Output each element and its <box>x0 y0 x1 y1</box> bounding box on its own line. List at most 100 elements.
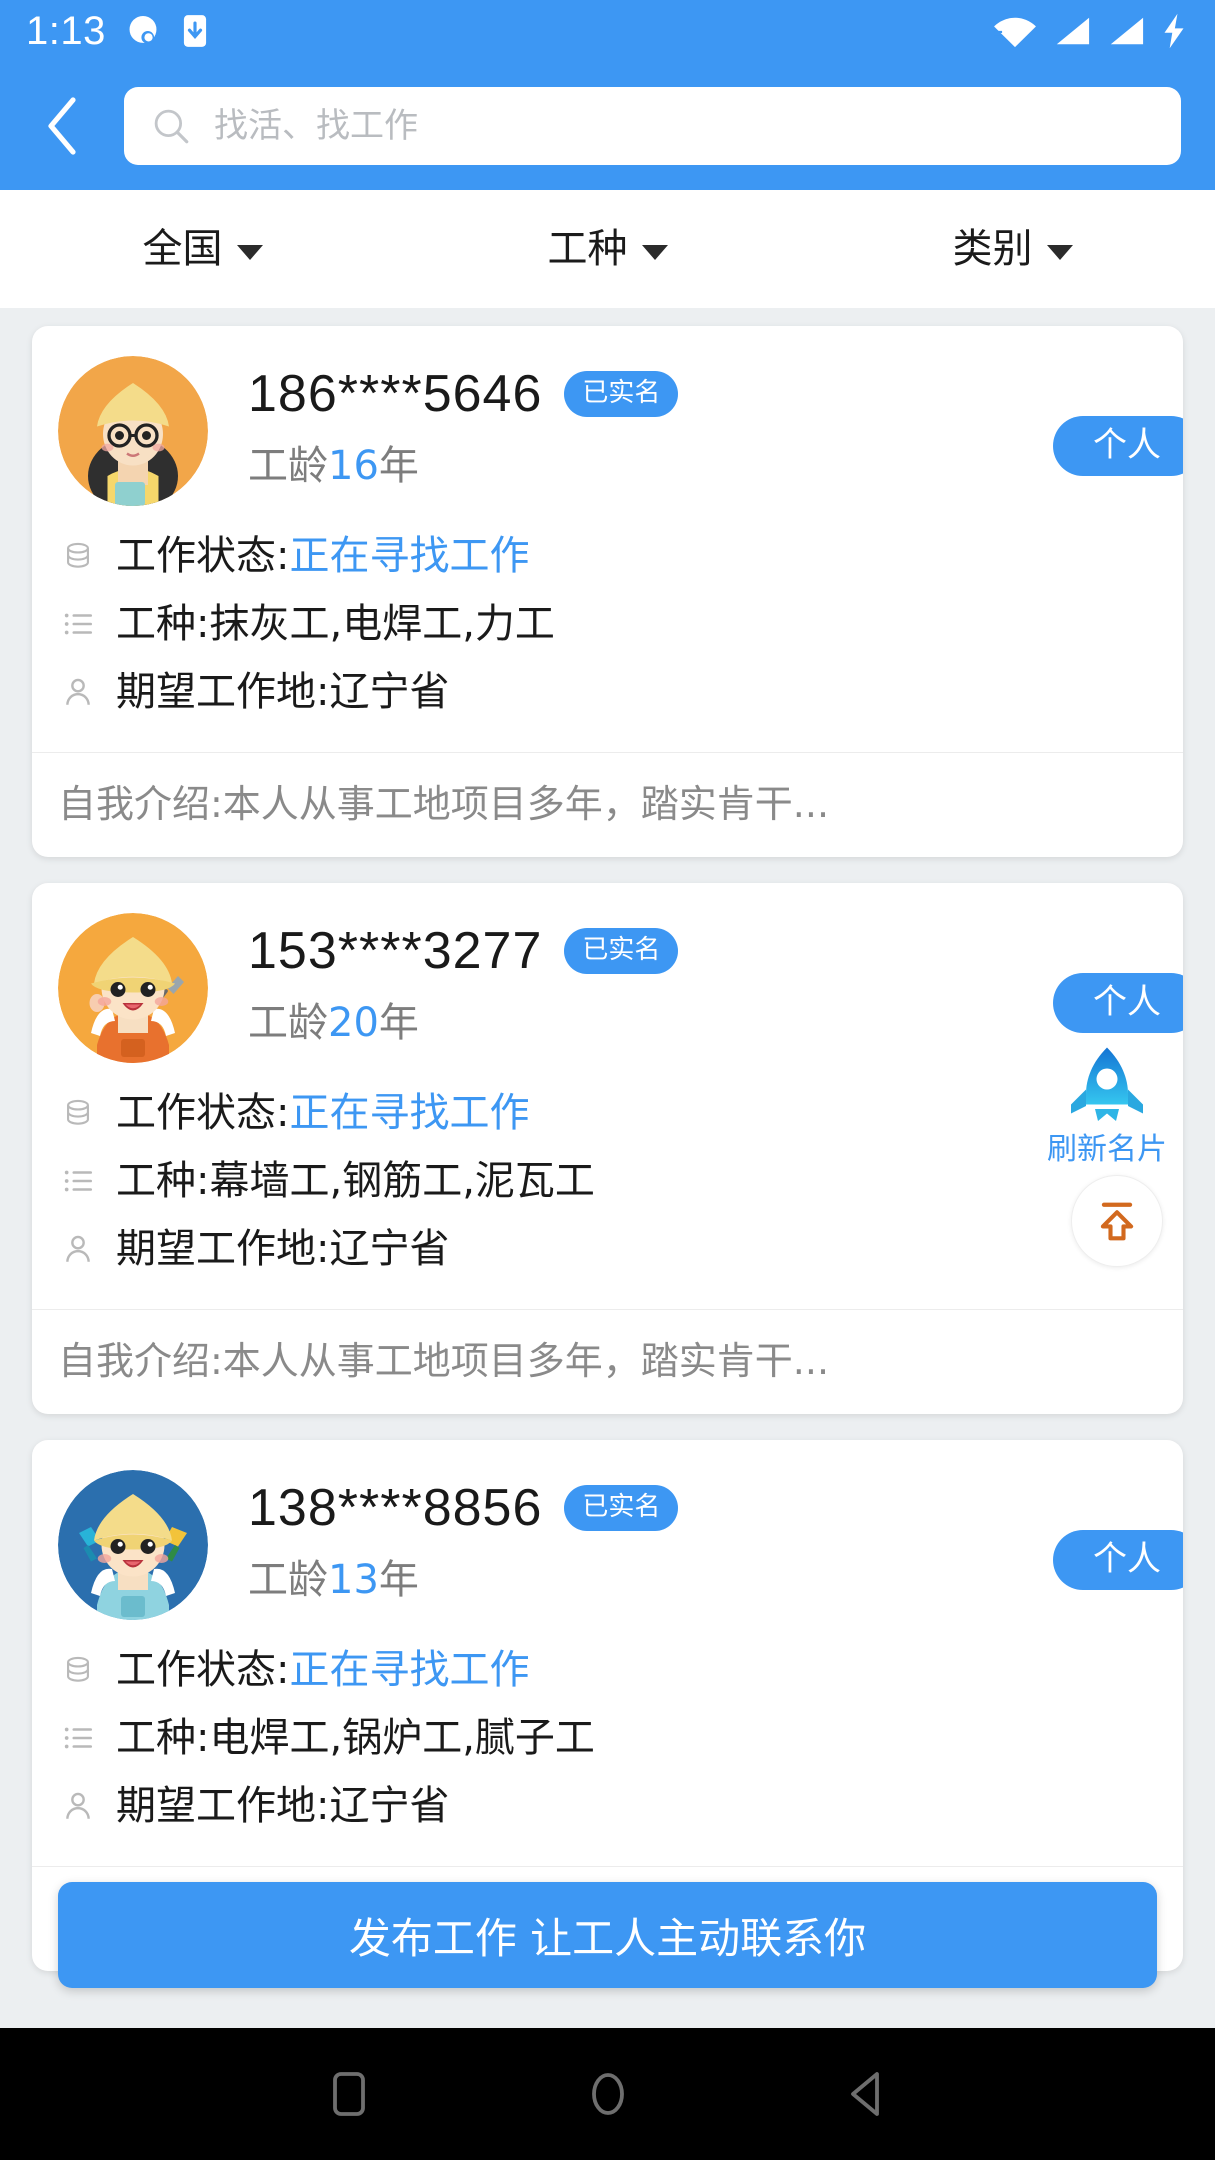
status-system-icons <box>991 12 1189 50</box>
status-badge-verified: 已实名 <box>564 371 679 417</box>
filter-bar: 全国 工种 类别 <box>0 190 1215 308</box>
info-row-job-types: 工种:抹灰工,电焊工,力工 <box>58 604 1183 644</box>
card-header: 138****8856 已实名 工龄13年 个人 <box>32 1462 1183 1620</box>
chevron-down-icon <box>236 244 263 260</box>
worker-experience: 工龄13年 <box>248 1560 678 1600</box>
location-value: 辽宁省 <box>329 1783 450 1829</box>
database-stack-icon <box>58 536 98 576</box>
work-status-label: 工作状态: <box>116 533 290 579</box>
list-icon <box>58 604 98 644</box>
job-types-label: 工种: <box>116 1715 210 1761</box>
search-icon <box>154 109 189 144</box>
recents-square-icon[interactable] <box>327 2068 371 2120</box>
work-status-label: 工作状态: <box>116 1647 290 1693</box>
avatar <box>58 1470 208 1620</box>
work-status-value: 正在寻找工作 <box>289 1647 530 1693</box>
chevron-left-icon <box>48 97 76 155</box>
wifi-icon <box>994 17 1036 48</box>
work-status-value: 正在寻找工作 <box>289 1090 530 1136</box>
app-screen: 1:13 找活、找工作 全国 工种 类别 186****5646 已实名 工龄1… <box>0 0 1215 2160</box>
job-types-value: 抹灰工,电焊工,力工 <box>209 601 555 647</box>
filter-region[interactable]: 全国 <box>0 190 405 308</box>
filter-region-label: 全国 <box>142 226 223 272</box>
avatar <box>58 913 208 1063</box>
status-bar: 1:13 <box>0 0 1215 62</box>
chevron-down-icon <box>641 244 668 260</box>
location-value: 辽宁省 <box>329 669 450 715</box>
card-info-rows: 工作状态:正在寻找工作 <box>32 1063 1183 1305</box>
info-row-job-types: 工种:幕墙工,钢筋工,泥瓦工 <box>58 1161 1183 1201</box>
worker-card[interactable]: 186****5646 已实名 工龄16年 个人 工作状态:正在寻找工作 工种:… <box>32 326 1183 857</box>
signal-icon-2 <box>1110 17 1144 45</box>
location-label: 期望工作地: <box>116 1783 330 1829</box>
worker-experience: 工龄16年 <box>248 446 678 486</box>
worker-phone: 153****3277 <box>248 922 543 980</box>
back-triangle-icon[interactable] <box>845 2068 889 2120</box>
job-types-label: 工种: <box>116 601 210 647</box>
job-types-value: 电焊工,锅炉工,腻子工 <box>209 1715 595 1761</box>
scroll-to-top-button[interactable] <box>1071 1175 1163 1267</box>
refresh-card-button[interactable]: 刷新名片 <box>1037 1043 1177 1165</box>
signal-icon <box>1056 17 1090 45</box>
search-input[interactable]: 找活、找工作 <box>214 109 418 143</box>
job-types-value: 幕墙工,钢筋工,泥瓦工 <box>209 1158 595 1204</box>
status-badge-verified: 已实名 <box>564 928 679 974</box>
app-bar: 找活、找工作 <box>0 62 1215 190</box>
experience-years: 16 <box>328 443 379 489</box>
worker-glasses-avatar-icon <box>58 356 208 506</box>
info-row-work-status: 工作状态:正在寻找工作 <box>58 536 1183 576</box>
experience-prefix: 工龄 <box>248 443 328 489</box>
chevron-down-icon <box>1046 244 1073 260</box>
card-info-rows: 工作状态:正在寻找工作 <box>32 506 1183 748</box>
worker-phone: 138****8856 <box>248 1479 543 1537</box>
info-row-work-status: 工作状态:正在寻找工作 <box>58 1093 1183 1133</box>
worker-tools-avatar-icon <box>58 1470 208 1620</box>
card-header: 186****5646 已实名 工龄16年 个人 <box>32 348 1183 506</box>
scroll-to-top-icon <box>1100 1202 1134 1241</box>
person-icon <box>58 1229 98 1269</box>
info-location: 期望工作地:辽宁省 <box>116 672 449 712</box>
avatar <box>58 356 208 506</box>
info-work-status: 工作状态:正在寻找工作 <box>116 536 529 576</box>
worker-phone: 186****5646 <box>248 365 543 423</box>
person-icon <box>58 1786 98 1826</box>
post-job-button[interactable]: 发布工作 让工人主动联系你 <box>58 1882 1157 1988</box>
info-row-location: 期望工作地:辽宁省 <box>58 1786 1183 1826</box>
worker-card[interactable]: 153****3277 已实名 工龄20年 个人 工作状态:正在寻找工作 工种:… <box>32 883 1183 1414</box>
info-job-types: 工种:抹灰工,电焊工,力工 <box>116 604 555 644</box>
experience-prefix: 工龄 <box>248 1557 328 1603</box>
info-location: 期望工作地:辽宁省 <box>116 1786 449 1826</box>
account-type-badge: 个人 <box>1053 416 1183 476</box>
search-bar[interactable]: 找活、找工作 <box>124 87 1181 165</box>
experience-suffix: 年 <box>378 1000 419 1046</box>
info-row-job-types: 工种:电焊工,锅炉工,腻子工 <box>58 1718 1183 1758</box>
list-icon <box>58 1718 98 1758</box>
download-icon <box>183 15 206 47</box>
filter-category[interactable]: 类别 <box>810 190 1215 308</box>
back-button[interactable] <box>26 89 100 163</box>
info-work-status: 工作状态:正在寻找工作 <box>116 1093 529 1133</box>
info-location: 期望工作地:辽宁省 <box>116 1229 449 1269</box>
database-stack-icon <box>58 1093 98 1133</box>
experience-suffix: 年 <box>378 1557 419 1603</box>
home-circle-icon[interactable] <box>586 2068 630 2120</box>
experience-years: 20 <box>328 1000 379 1046</box>
worker-experience: 工龄20年 <box>248 1003 678 1043</box>
info-row-location: 期望工作地:辽宁省 <box>58 672 1183 712</box>
experience-suffix: 年 <box>378 443 419 489</box>
card-header: 153****3277 已实名 工龄20年 个人 <box>32 905 1183 1063</box>
experience-prefix: 工龄 <box>248 1000 328 1046</box>
refresh-card-label: 刷新名片 <box>1047 1132 1167 1167</box>
location-label: 期望工作地: <box>116 1226 330 1272</box>
android-nav-bar <box>0 2028 1215 2160</box>
info-row-location: 期望工作地:辽宁省 <box>58 1229 1183 1269</box>
location-label: 期望工作地: <box>116 669 330 715</box>
status-notification-icons <box>124 12 210 50</box>
charging-bolt-icon <box>1164 13 1184 49</box>
filter-jobtype[interactable]: 工种 <box>405 190 810 308</box>
qq-icon <box>129 15 157 44</box>
worker-intro: 自我介绍:本人从事工地项目多年，踏实肯干... <box>58 782 830 826</box>
experience-years: 13 <box>328 1557 379 1603</box>
person-icon <box>58 672 98 712</box>
worker-list[interactable]: 186****5646 已实名 工龄16年 个人 工作状态:正在寻找工作 工种:… <box>0 308 1215 2048</box>
